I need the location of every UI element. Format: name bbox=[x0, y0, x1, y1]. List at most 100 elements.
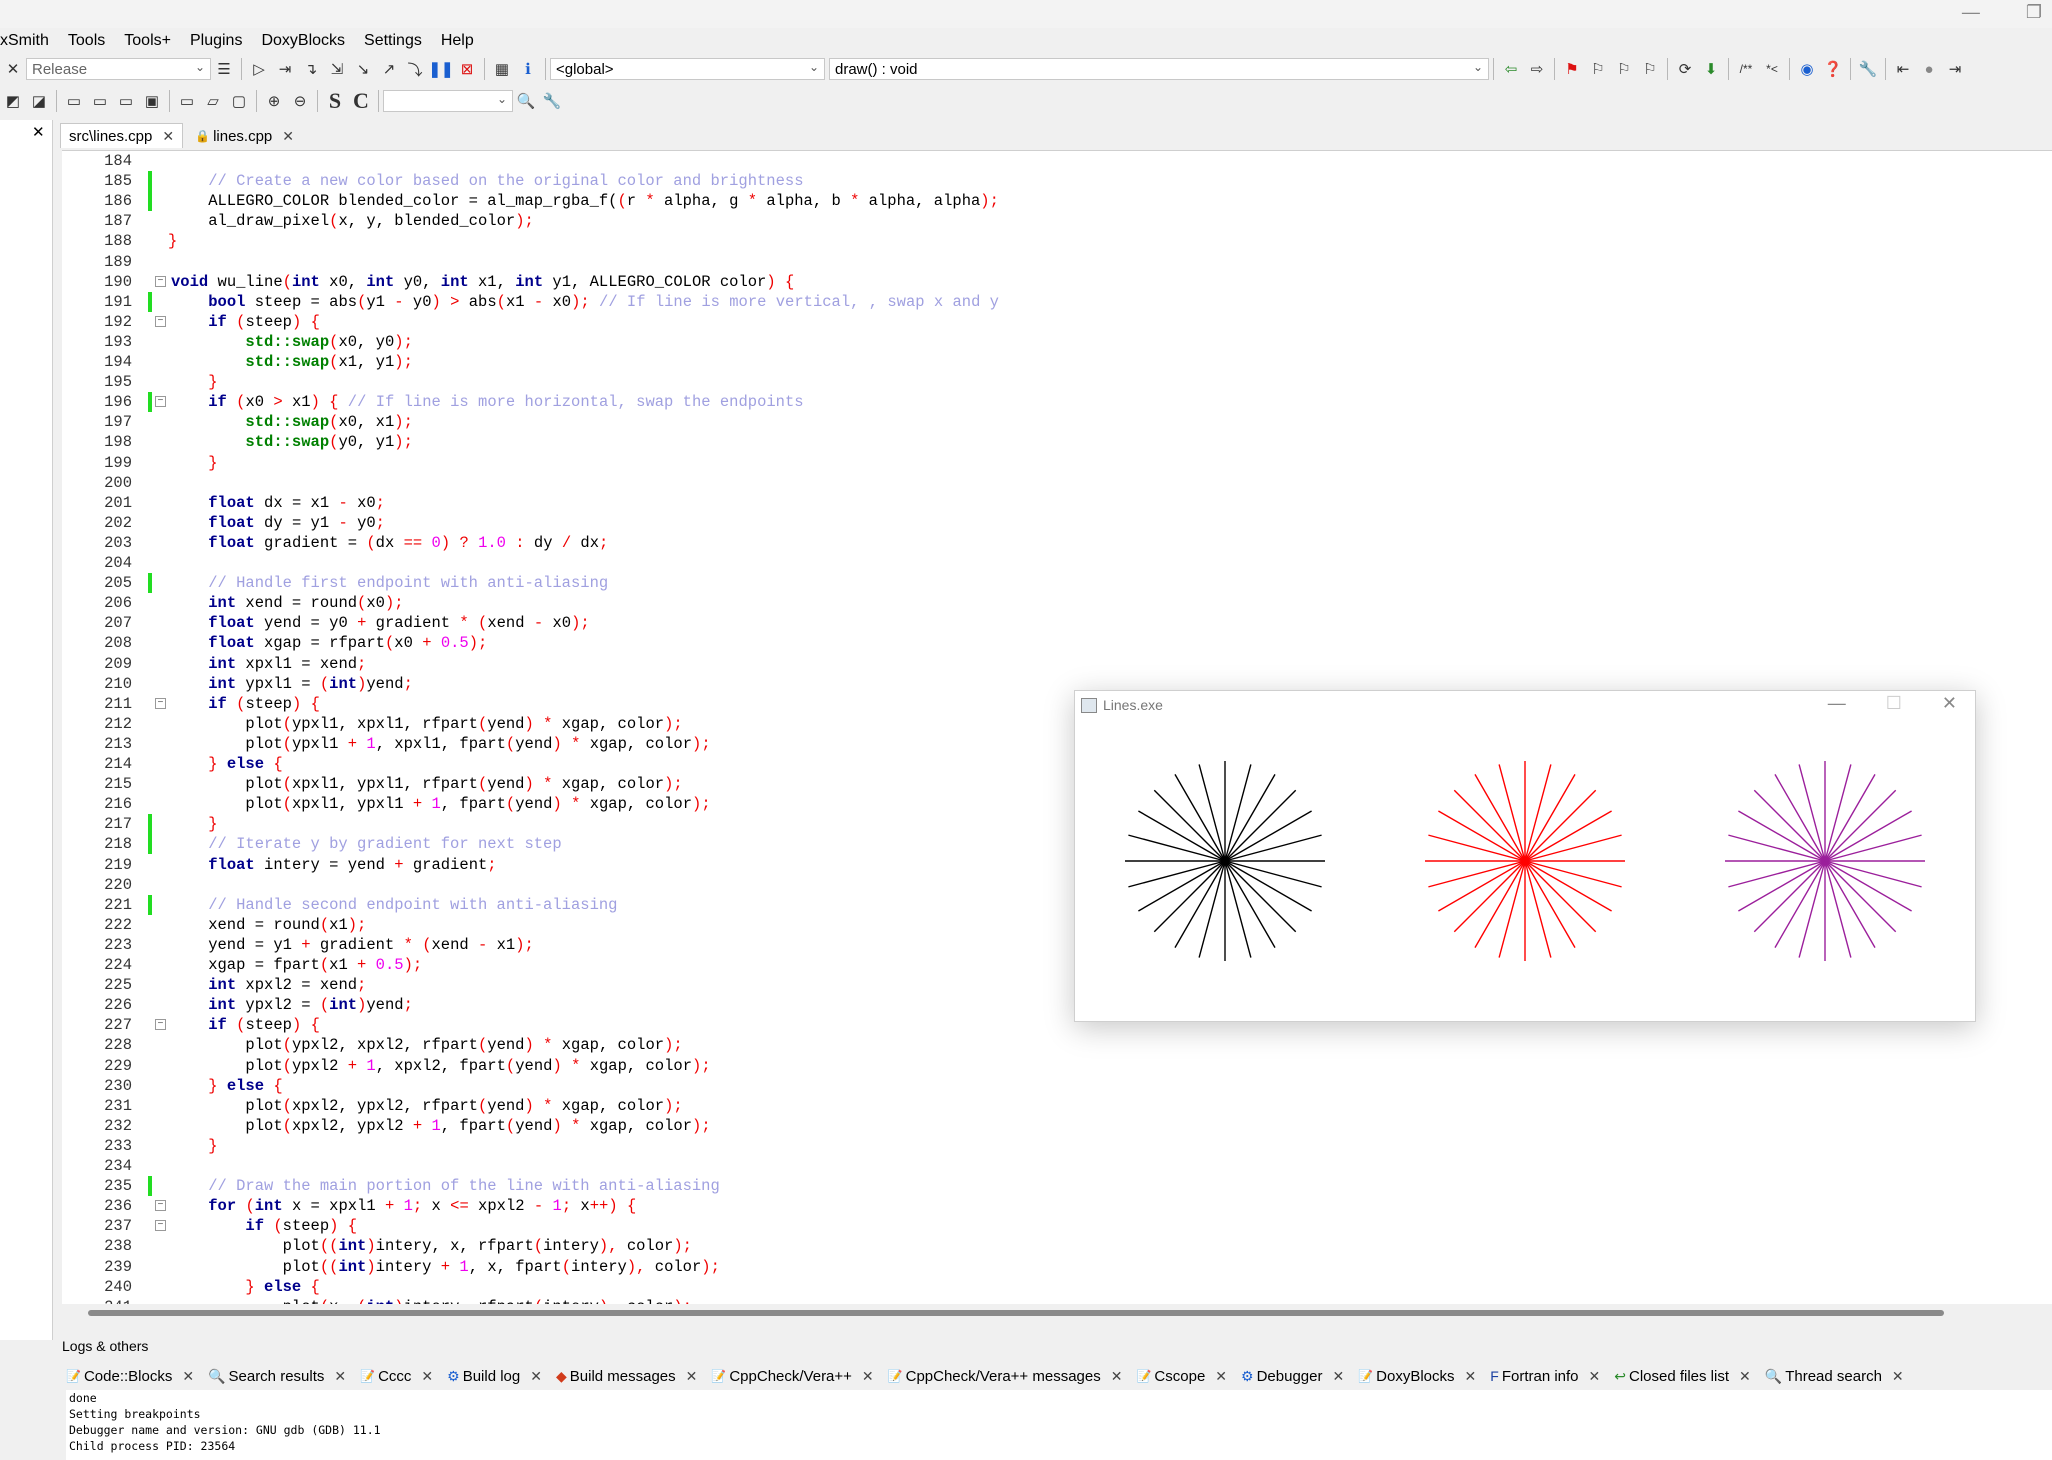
tab-src-lines-cpp[interactable]: src\lines.cpp ✕ bbox=[60, 123, 184, 148]
frame-wide-icon[interactable]: ▢ bbox=[228, 90, 250, 112]
minimize-icon[interactable]: — bbox=[1828, 693, 1846, 714]
code-line[interactable]: 186 ALLEGRO_COLOR blended_color = al_map… bbox=[62, 191, 2052, 212]
code-line[interactable]: 194 std::swap(x1, y1); bbox=[62, 352, 2052, 372]
close-icon[interactable]: ✕ bbox=[282, 128, 294, 145]
close-icon[interactable]: ✕ bbox=[162, 128, 174, 145]
code-line[interactable]: 206 int xend = round(x0); bbox=[62, 593, 2052, 613]
code-line[interactable]: 202 float dy = y1 - y0; bbox=[62, 513, 2052, 533]
search-combo[interactable]: ⌄ bbox=[383, 90, 513, 112]
maximize-icon[interactable]: ☐ bbox=[1886, 693, 1902, 714]
code-line[interactable]: 205 // Handle first endpoint with anti-a… bbox=[62, 573, 2052, 594]
go-end-icon[interactable]: ⇥ bbox=[1944, 58, 1966, 80]
code-line[interactable]: 185 // Create a new color based on the o… bbox=[62, 171, 2052, 192]
c-button[interactable]: C bbox=[350, 88, 372, 113]
code-line[interactable]: 200 bbox=[62, 473, 2052, 493]
log-tab-thread-search[interactable]: 🔍 Thread search ✕ bbox=[1765, 1368, 1904, 1385]
code-line[interactable]: 203 float gradient = (dx == 0) ? 1.0 : d… bbox=[62, 533, 2052, 553]
s-button[interactable]: S bbox=[324, 88, 346, 113]
record-icon[interactable]: ● bbox=[1918, 58, 1940, 80]
next-instruction-icon[interactable]: ⇲ bbox=[326, 58, 348, 80]
next-bookmark-icon[interactable]: ⚐ bbox=[1613, 58, 1635, 80]
code-line[interactable]: 228 plot(ypxl2, xpxl2, rfpart(yend) * xg… bbox=[62, 1035, 2052, 1055]
run-to-cursor-icon[interactable]: ⇥ bbox=[274, 58, 296, 80]
align-top-icon[interactable]: ▭ bbox=[63, 90, 85, 112]
refresh-icon[interactable]: ⟳ bbox=[1674, 58, 1696, 80]
code-line[interactable]: 190 − void wu_line(int x0, int y0, int x1,… bbox=[62, 272, 2052, 292]
code-line[interactable]: 239 plot((int)intery + 1, x, fpart(inter… bbox=[62, 1257, 2052, 1277]
close-icon[interactable]: ✕ bbox=[1215, 1368, 1227, 1385]
code-line[interactable]: 207 float yend = y0 + gradient * (xend -… bbox=[62, 613, 2052, 633]
code-line[interactable]: 240 } else { bbox=[62, 1277, 2052, 1297]
log-tab-fortran-info[interactable]: F Fortran info ✕ bbox=[1490, 1368, 1600, 1385]
prev-bookmark-icon[interactable]: ⚐ bbox=[1587, 58, 1609, 80]
wrench-icon[interactable]: 🔧 bbox=[1857, 58, 1879, 80]
code-line[interactable]: 191 bool steep = abs(y1 - y0) > abs(x1 -… bbox=[62, 291, 2052, 312]
step-out-icon[interactable]: ↗ bbox=[378, 58, 400, 80]
menu-item-tools[interactable]: Tools bbox=[68, 32, 105, 50]
code-line[interactable]: 234 bbox=[62, 1156, 2052, 1176]
code-line[interactable]: 232 plot(xpxl2, ypxl2 + 1, fpart(yend) *… bbox=[62, 1116, 2052, 1136]
next-line-icon[interactable]: ↴ bbox=[300, 58, 322, 80]
toggle-bookmark-icon[interactable]: ⚑ bbox=[1561, 58, 1583, 80]
debug-windows-icon[interactable]: ▦ bbox=[491, 58, 513, 80]
close-icon[interactable]: ✕ bbox=[1465, 1368, 1477, 1385]
code-line[interactable]: 236 − for (int x = xpxl1 + 1; x <= xpxl2 … bbox=[62, 1196, 2052, 1216]
log-tab-cscope[interactable]: 📝 Cscope ✕ bbox=[1136, 1368, 1227, 1385]
code-line[interactable]: 209 int xpxl1 = xend; bbox=[62, 654, 2052, 674]
fold-icon[interactable]: − bbox=[155, 315, 166, 327]
settings-search-icon[interactable]: 🔧 bbox=[541, 90, 563, 112]
log-tab-closed-files-list[interactable]: ↩ Closed files list ✕ bbox=[1614, 1368, 1751, 1385]
fold-icon[interactable]: − bbox=[155, 396, 166, 408]
restore-icon[interactable]: ❐ bbox=[2026, 2, 2042, 23]
close-icon[interactable]: ✕ bbox=[32, 123, 45, 141]
doxy-comment-icon[interactable]: /** bbox=[1735, 58, 1757, 80]
code-line[interactable]: 195 } bbox=[62, 372, 2052, 392]
menu-item-xsmith[interactable]: xSmith bbox=[0, 32, 49, 50]
log-tab-build-messages[interactable]: ◆ Build messages ✕ bbox=[556, 1368, 697, 1385]
code-line[interactable]: 237 − if (steep) { bbox=[62, 1216, 2052, 1236]
doxy-help-icon[interactable]: ❓ bbox=[1822, 58, 1844, 80]
log-tab-cppcheck-vera-[interactable]: 📝 CppCheck/Vera++ ✕ bbox=[711, 1368, 873, 1385]
doxy-html-icon[interactable]: ◉ bbox=[1796, 58, 1818, 80]
close-icon[interactable]: ✕ bbox=[1111, 1368, 1123, 1385]
build-target-select[interactable]: Release ⌄ bbox=[26, 58, 211, 80]
close-icon[interactable]: ✕ bbox=[334, 1368, 346, 1385]
close-icon[interactable]: ✕ bbox=[1892, 1368, 1904, 1385]
close-panel-icon[interactable]: ✕ bbox=[2, 58, 24, 80]
align-middle-icon[interactable]: ▭ bbox=[89, 90, 111, 112]
jump-back-icon[interactable]: ⇦ bbox=[1500, 58, 1522, 80]
log-tab-code-blocks[interactable]: 📝 Code::Blocks ✕ bbox=[66, 1368, 194, 1385]
step-instruction-icon[interactable]: ⤵ bbox=[404, 58, 426, 80]
frame-icon[interactable]: ▭ bbox=[176, 90, 198, 112]
info-icon[interactable]: ℹ bbox=[517, 58, 539, 80]
search-icon[interactable]: 🔍 bbox=[515, 90, 537, 112]
code-line[interactable]: 188} bbox=[62, 231, 2052, 251]
close-icon[interactable]: ✕ bbox=[421, 1368, 433, 1385]
close-icon[interactable]: ✕ bbox=[1739, 1368, 1751, 1385]
code-line[interactable]: 201 float dx = x1 - x0; bbox=[62, 493, 2052, 513]
fold-icon[interactable]: − bbox=[155, 275, 166, 287]
clear-bookmarks-icon[interactable]: ⚐ bbox=[1639, 58, 1661, 80]
code-line[interactable]: 197 std::swap(x0, x1); bbox=[62, 412, 2052, 432]
step-into-icon[interactable]: ↘ bbox=[352, 58, 374, 80]
doxy-line-comment-icon[interactable]: *< bbox=[1761, 58, 1783, 80]
log-tab-search-results[interactable]: 🔍 Search results ✕ bbox=[208, 1368, 346, 1385]
tab-lines-cpp[interactable]: 🔒 lines.cpp ✕ bbox=[187, 124, 302, 148]
frame-alt-icon[interactable]: ▱ bbox=[202, 90, 224, 112]
code-line[interactable]: 238 plot((int)intery, x, rfpart(intery),… bbox=[62, 1236, 2052, 1256]
code-line[interactable]: 231 plot(xpxl2, ypxl2, rfpart(yend) * xg… bbox=[62, 1096, 2052, 1116]
code-line[interactable]: 235 // Draw the main portion of the line… bbox=[62, 1176, 2052, 1197]
code-line[interactable]: 229 plot(ypxl2 + 1, xpxl2, fpart(yend) *… bbox=[62, 1056, 2052, 1076]
menu-item-help[interactable]: Help bbox=[441, 32, 474, 50]
menu-item-plugins[interactable]: Plugins bbox=[190, 32, 242, 50]
code-line[interactable]: 196 − if (x0 > x1) { // If line is more h… bbox=[62, 392, 2052, 413]
close-icon[interactable]: ✕ bbox=[686, 1368, 698, 1385]
align-bottom-icon[interactable]: ▭ bbox=[115, 90, 137, 112]
download-icon[interactable]: ⬇ bbox=[1700, 58, 1722, 80]
fold-icon[interactable]: − bbox=[155, 1019, 166, 1031]
code-line[interactable]: 193 std::swap(x0, y0); bbox=[62, 332, 2052, 352]
close-icon[interactable]: ✕ bbox=[1332, 1368, 1344, 1385]
close-icon[interactable]: ✕ bbox=[182, 1368, 194, 1385]
debug-run-icon[interactable]: ▷ bbox=[248, 58, 270, 80]
uml-icon[interactable]: ◩ bbox=[2, 90, 24, 112]
